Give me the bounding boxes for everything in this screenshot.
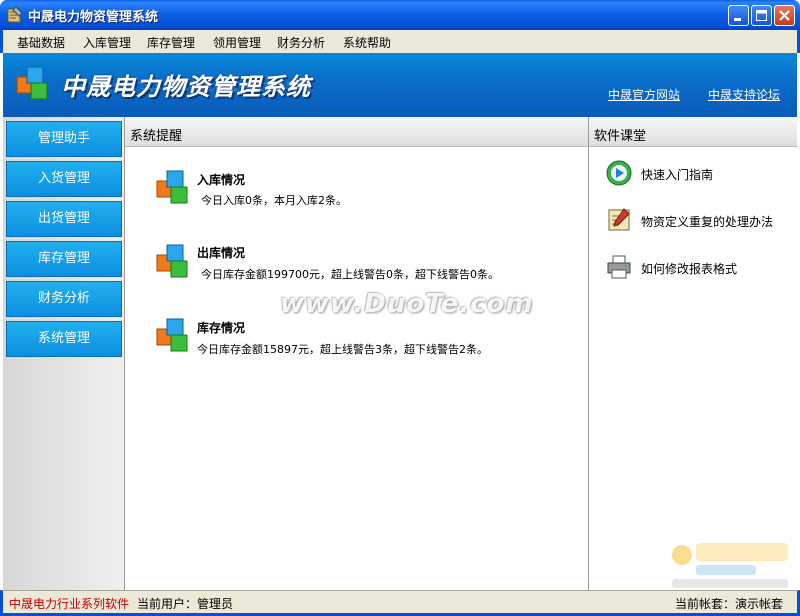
menu-help[interactable]: 系统帮助 [343,34,391,51]
menu-inventory[interactable]: 库存管理 [147,34,195,51]
maximize-icon [756,10,767,21]
menu-finance[interactable]: 财务分析 [277,34,325,51]
current-user-label: 当前用户：管理员 [137,597,234,611]
app-icon [7,6,23,23]
menu-basic-data[interactable]: 基础数据 [17,34,65,51]
watermark: www.DuoTe.com [280,289,534,319]
series-label: 中晟电力行业系列软件 [9,597,130,611]
nav-system[interactable]: 系统管理 [6,321,122,357]
cubes-icon [156,244,188,278]
official-site-link[interactable]: 中晟官方网站 [608,86,680,103]
lesson-label: 快速入门指南 [641,168,714,182]
lesson-label: 如何修改报表格式 [641,262,738,276]
stock-status-title: 库存情况 [197,321,246,335]
nav-finance[interactable]: 财务分析 [6,281,122,317]
nav-goods-out[interactable]: 出货管理 [6,201,122,237]
nav-assistant[interactable]: 管理助手 [6,121,122,157]
menu-inbound[interactable]: 入库管理 [83,34,131,51]
inbound-status-text: 今日入库0条，本月入库2条。 [201,194,347,207]
close-icon [779,10,790,21]
nav-inventory[interactable]: 库存管理 [6,241,122,277]
printer-icon [607,255,631,279]
minimize-button[interactable] [728,5,749,26]
cubes-logo-icon [16,66,48,100]
minimize-icon [734,18,741,21]
menu-requisition[interactable]: 领用管理 [213,34,261,51]
reminder-panel-header: 系统提醒 [125,117,588,147]
reminder-panel: 系统提醒 入库情况 今日入库0条，本月入库2条。 出库情况 今日库存金额1997… [125,117,589,590]
cubes-icon [156,170,188,204]
banner-title-reflection: 中晟电力物资管理系统 [61,79,311,93]
play-icon [606,160,632,186]
course-panel-header: 软件课堂 [589,117,797,147]
left-nav: 管理助手 入货管理 出货管理 库存管理 财务分析 系统管理 [3,117,125,590]
outbound-status-text: 今日库存金额199700元，超上线警告0条，超下线警告0条。 [201,268,499,281]
course-header-label: 软件课堂 [594,129,647,144]
support-forum-link[interactable]: 中晟支持论坛 [708,86,780,103]
maximize-button[interactable] [751,5,772,26]
outbound-status-title: 出库情况 [197,246,246,260]
header-banner: 中晟电力物资管理系统 中晟电力物资管理系统 中晟官方网站 中晟支持论坛 [3,53,797,117]
close-button[interactable] [774,5,795,26]
reminder-header-label: 系统提醒 [130,129,183,144]
edit-document-icon [608,208,630,231]
cubes-icon [156,318,188,352]
course-panel: 软件课堂 快速入门指南 物资定义重复的处理办法 如何修改报表格式 [589,117,797,590]
status-bar: 中晟电力行业系列软件 当前用户：管理员 当前帐套：演示帐套 [0,590,800,616]
watermark-logo-icon [672,543,788,588]
menu-bar: 基础数据 入库管理 库存管理 领用管理 财务分析 系统帮助 [0,30,800,53]
inbound-status-title: 入库情况 [197,173,246,187]
lesson-label: 物资定义重复的处理办法 [641,215,774,229]
current-account-label: 当前帐套：演示帐套 [675,597,784,611]
nav-goods-in[interactable]: 入货管理 [6,161,122,197]
window-title: 中晟电力物资管理系统 [28,10,159,25]
stock-status-text: 今日库存金额15897元，超上线警告3条，超下线警告2条。 [197,343,488,356]
title-bar[interactable]: 中晟电力物资管理系统 [0,0,800,30]
